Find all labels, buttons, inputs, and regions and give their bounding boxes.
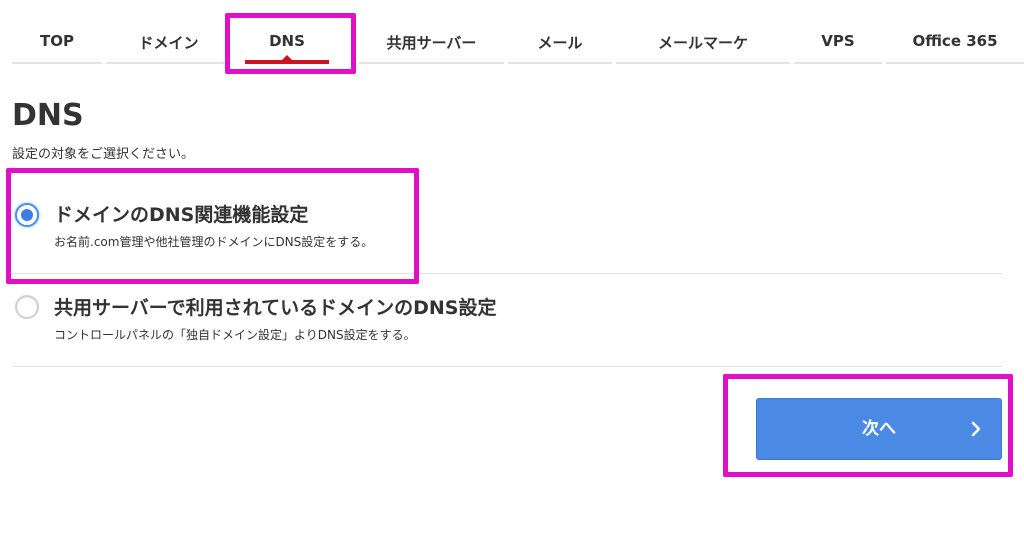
tab-label: Office 365: [912, 32, 998, 50]
tab-underline: [886, 62, 1024, 64]
option-description: コントロールパネルの「独自ドメイン設定」よりDNS設定をする。: [54, 328, 416, 342]
tab-label: メールマーケ: [657, 34, 748, 52]
tab-label: 共用サーバー: [386, 34, 477, 52]
tab-label: メール: [537, 34, 583, 52]
tab-navigation: TOP ドメイン DNS 共用サーバー メール メールマーケ VPS Offic…: [0, 18, 1024, 64]
tab-underline: [794, 62, 882, 64]
tab-office-365[interactable]: Office 365: [886, 18, 1024, 64]
page-title: DNS: [12, 98, 84, 133]
tab-underline: [508, 62, 612, 64]
option-title: 共用サーバーで利用されているドメインのDNS設定: [54, 297, 497, 319]
tab-label: TOP: [40, 32, 74, 50]
option-shared-server-dns-settings[interactable]: 共用サーバーで利用されているドメインのDNS設定 コントロールパネルの「独自ドメ…: [12, 274, 1002, 366]
divider: [12, 366, 1002, 367]
next-button-label: 次へ: [862, 419, 896, 439]
radio-button-unselected[interactable]: [15, 295, 39, 319]
tab-dns[interactable]: DNS: [235, 18, 355, 64]
next-button[interactable]: 次へ: [756, 398, 1002, 460]
tab-active-underline: [245, 60, 329, 64]
tab-shared-server[interactable]: 共用サーバー: [359, 18, 504, 64]
tab-domain[interactable]: ドメイン: [106, 18, 231, 64]
tab-underline: [106, 62, 231, 64]
chevron-right-icon: [971, 421, 981, 437]
radio-button-selected[interactable]: [15, 203, 39, 227]
tab-mail-marketing[interactable]: メールマーケ: [616, 18, 790, 64]
tab-label: VPS: [821, 32, 855, 50]
tab-underline: [616, 62, 790, 64]
option-domain-dns-settings[interactable]: ドメインのDNS関連機能設定 お名前.com管理や他社管理のドメインにDNS設定…: [12, 188, 1002, 272]
tab-top[interactable]: TOP: [12, 18, 102, 64]
option-title: ドメインのDNS関連機能設定: [54, 204, 309, 226]
tab-vps[interactable]: VPS: [794, 18, 882, 64]
tab-underline: [12, 62, 102, 64]
tab-mail[interactable]: メール: [508, 18, 612, 64]
option-description: お名前.com管理や他社管理のドメインにDNS設定をする。: [54, 235, 374, 249]
tab-label: ドメイン: [138, 34, 199, 52]
tab-underline: [359, 62, 504, 64]
page-subtitle: 設定の対象をご選択ください。: [12, 147, 195, 162]
tab-label: DNS: [269, 32, 305, 50]
